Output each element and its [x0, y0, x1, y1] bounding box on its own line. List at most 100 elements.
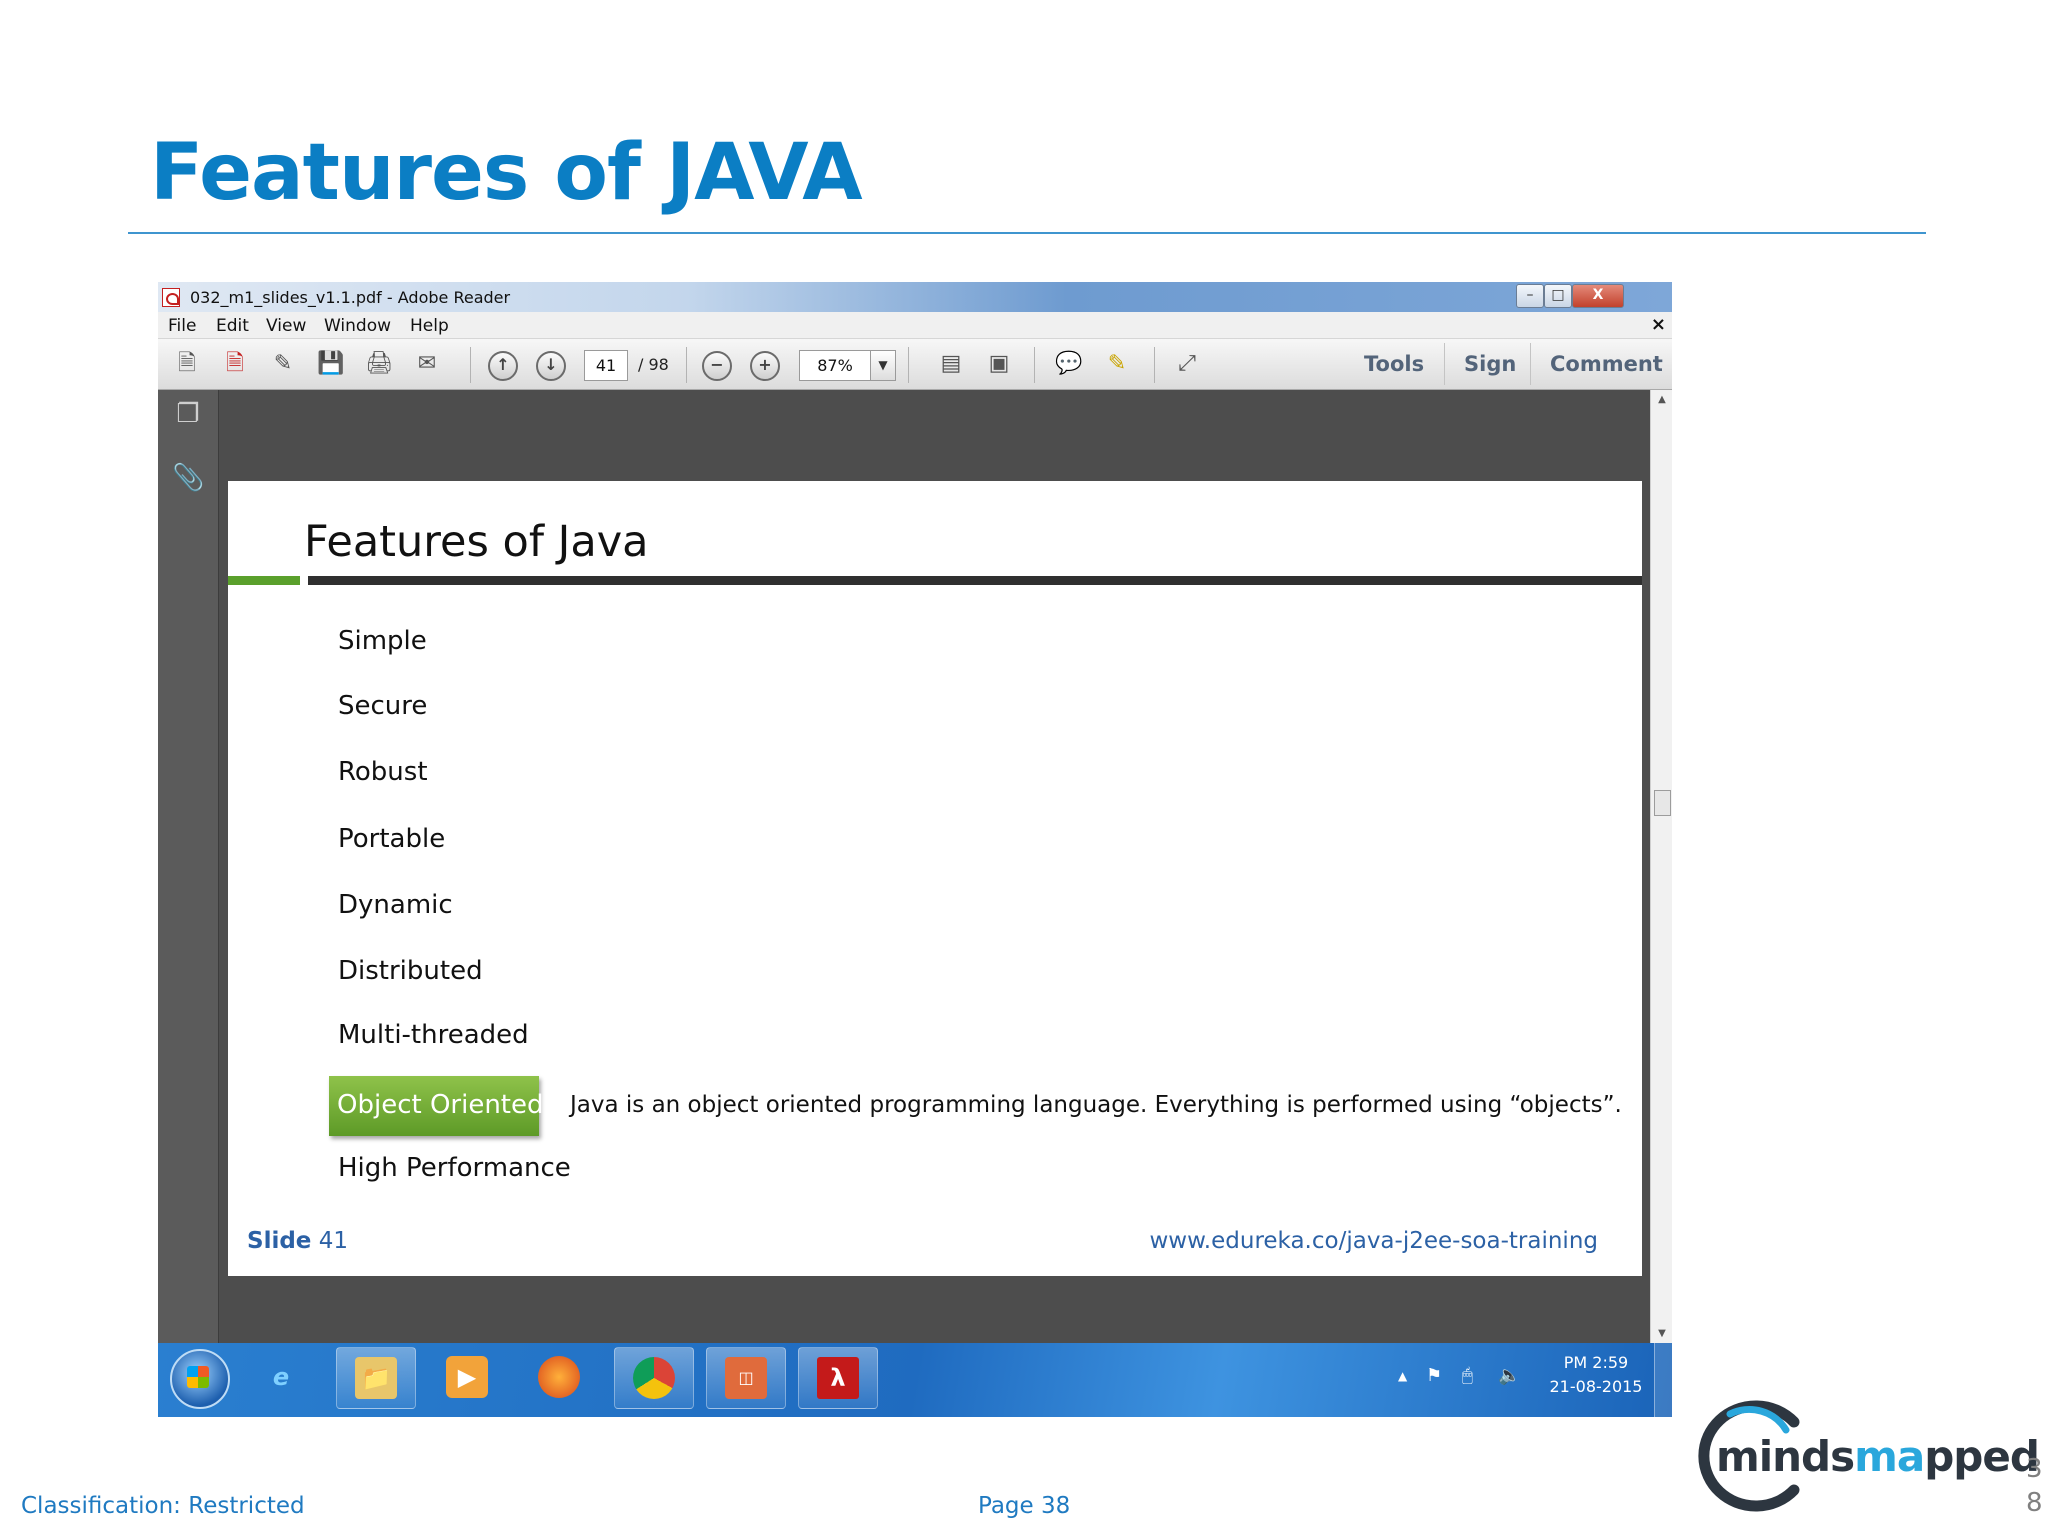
logo-text: mindsmapped: [1716, 1432, 2040, 1481]
page-number-digit: 3: [2026, 1454, 2043, 1484]
volume-icon[interactable]: 🔈: [1498, 1365, 1520, 1386]
footer-classification: Classification: Restricted: [21, 1493, 305, 1519]
title-divider: [128, 232, 1926, 234]
title-accent-dark: [308, 576, 1642, 585]
page-down-icon[interactable]: ↓: [536, 351, 566, 381]
save-icon[interactable]: 💾: [316, 349, 346, 379]
scroll-up-icon[interactable]: ▲: [1651, 394, 1672, 405]
sign-link[interactable]: Sign: [1464, 352, 1516, 376]
export-pdf-icon[interactable]: 🗎: [220, 349, 250, 379]
print-icon[interactable]: 🖨: [364, 349, 394, 379]
feature-item: Secure: [338, 691, 428, 721]
presentation-app-icon: ◫: [725, 1357, 767, 1399]
explorer-taskbar-button[interactable]: 📁: [336, 1347, 416, 1409]
page-up-icon[interactable]: ↑: [488, 351, 518, 381]
menu-file[interactable]: File: [168, 316, 196, 336]
menu-bar: File Edit View Window Help ×: [158, 312, 1672, 339]
media-player-icon: ▶: [446, 1356, 488, 1398]
toolbar-separator: [1530, 343, 1531, 385]
pdf-file-icon: [162, 288, 180, 307]
highlight-icon[interactable]: ✎: [1102, 349, 1132, 379]
pdf-page: Features of Java Simple Secure Robust Po…: [228, 481, 1642, 1276]
menu-window[interactable]: Window: [324, 316, 391, 336]
training-url: www.edureka.co/java-j2ee-soa-training: [1149, 1228, 1598, 1254]
menu-help[interactable]: Help: [410, 316, 449, 336]
comment-link[interactable]: Comment: [1550, 352, 1663, 376]
minimize-button[interactable]: –: [1516, 284, 1544, 308]
firefox-icon: [538, 1356, 580, 1398]
fit-width-icon[interactable]: ▤: [936, 349, 966, 379]
feature-description: Java is an object oriented programming l…: [570, 1092, 1622, 1118]
chevron-down-icon[interactable]: ▼: [870, 350, 896, 381]
slide-number-value: 41: [318, 1228, 348, 1254]
feature-item: Dynamic: [338, 890, 453, 920]
feature-item: High Performance: [338, 1153, 571, 1183]
slide-title: Features of JAVA: [150, 128, 863, 218]
feature-item: Robust: [338, 757, 428, 787]
ie-icon: e: [272, 1363, 290, 1391]
fullscreen-icon[interactable]: ⤢: [1172, 349, 1202, 379]
chrome-icon: [633, 1357, 675, 1399]
system-clock[interactable]: PM 2:59 21-08-2015: [1546, 1351, 1646, 1399]
page-number-vertical: 3 8: [2026, 1452, 2043, 1520]
toolbar-separator: [1154, 347, 1155, 383]
screenshot-frame: 032_m1_slides_v1.1.pdf - Adobe Reader – …: [158, 282, 1672, 1417]
menu-view[interactable]: View: [266, 316, 306, 336]
feature-item: Distributed: [338, 956, 483, 986]
tray-expand-icon[interactable]: ▲: [1398, 1369, 1407, 1383]
menu-edit[interactable]: Edit: [216, 316, 249, 336]
feature-item: Simple: [338, 626, 427, 656]
navigation-panel: ❐ 📎: [158, 390, 219, 1343]
show-desktop-button[interactable]: [1654, 1343, 1672, 1417]
taskbar: e 📁 ▶ ◫ λ ▲ ⚑ 🖱 🔈 PM 2:59 21-08-2015: [158, 1343, 1672, 1417]
scroll-down-icon[interactable]: ▼: [1651, 1328, 1672, 1339]
toolbar-separator: [470, 347, 471, 383]
attachments-icon[interactable]: 📎: [172, 462, 204, 494]
feature-item: Portable: [338, 824, 446, 854]
pages-icon[interactable]: ❐: [172, 398, 204, 430]
start-button[interactable]: [170, 1349, 230, 1409]
adobe-reader-taskbar-button[interactable]: λ: [798, 1347, 878, 1409]
restore-button[interactable]: □: [1544, 284, 1572, 308]
chrome-taskbar-button[interactable]: [614, 1347, 694, 1409]
clock-date: 21-08-2015: [1549, 1377, 1643, 1396]
explorer-icon: 📁: [355, 1357, 397, 1399]
feature-item: Multi-threaded: [338, 1020, 529, 1050]
slide-number: Slide 41: [247, 1228, 348, 1254]
email-icon[interactable]: ✉: [412, 349, 442, 379]
scroll-thumb[interactable]: [1654, 790, 1671, 816]
firefox-taskbar-button[interactable]: [520, 1347, 598, 1407]
highlighted-feature-label: Object Oriented: [337, 1090, 544, 1120]
zoom-in-icon[interactable]: +: [750, 351, 780, 381]
toolbar-separator: [908, 347, 909, 383]
media-player-taskbar-button[interactable]: ▶: [428, 1347, 506, 1407]
vertical-scrollbar[interactable]: ▲ ▼: [1650, 390, 1672, 1343]
close-button[interactable]: X: [1572, 284, 1624, 308]
title-accent-green: [228, 576, 300, 585]
action-center-icon[interactable]: ⚑: [1426, 1365, 1442, 1386]
document-close-button[interactable]: ×: [1651, 314, 1666, 335]
highlighted-feature: Object Oriented: [329, 1076, 544, 1136]
zoom-out-icon[interactable]: −: [702, 351, 732, 381]
fit-page-icon[interactable]: ▣: [984, 349, 1014, 379]
ie-taskbar-button[interactable]: e: [242, 1347, 320, 1407]
clock-time: PM 2:59: [1563, 1353, 1629, 1372]
edit-icon[interactable]: ✎: [268, 349, 298, 379]
window-title: 032_m1_slides_v1.1.pdf - Adobe Reader: [190, 288, 511, 307]
zoom-input[interactable]: 87%: [799, 350, 871, 381]
footer-page: Page 38: [978, 1493, 1071, 1519]
page-number-input[interactable]: 41: [584, 350, 628, 381]
tools-link[interactable]: Tools: [1364, 352, 1424, 376]
page-total: / 98: [638, 355, 669, 374]
adobe-reader-icon: λ: [817, 1357, 859, 1399]
create-pdf-icon[interactable]: 🗎: [172, 349, 202, 379]
comment-icon[interactable]: 💬: [1054, 349, 1084, 379]
mindsmapped-logo: mindsmapped: [1690, 1400, 2040, 1512]
network-icon[interactable]: 🖱: [1462, 1365, 1473, 1386]
pdf-page-title: Features of Java: [304, 517, 649, 567]
presentation-taskbar-button[interactable]: ◫: [706, 1347, 786, 1409]
slide-label: Slide: [247, 1228, 312, 1254]
page-number-digit: 8: [2026, 1488, 2043, 1518]
toolbar-separator: [1444, 343, 1445, 385]
toolbar-separator: [1034, 347, 1035, 383]
